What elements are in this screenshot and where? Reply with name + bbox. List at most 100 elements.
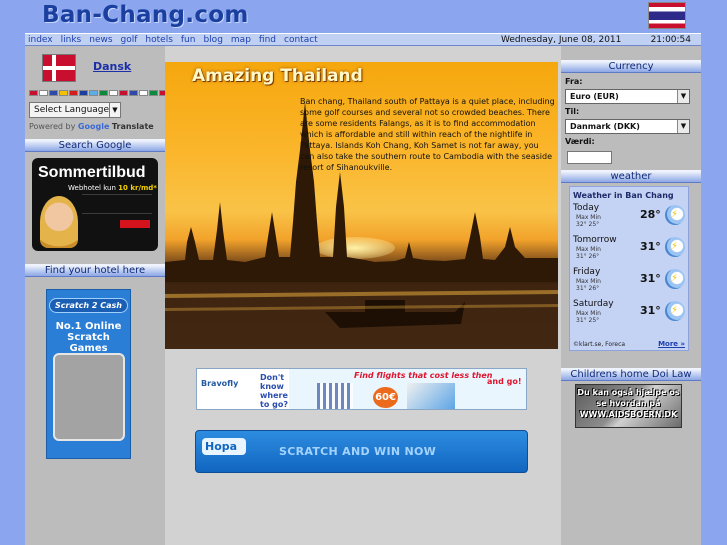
ad-subtitle: Webhotel kun 10 kr/md* — [68, 184, 157, 192]
weather-maxmin: Max Min 31° 26° — [576, 278, 601, 292]
google-translate-credit: Powered by Google Translate — [29, 122, 154, 131]
current-date: Wednesday, June 08, 2011 — [501, 35, 622, 45]
nav-golf[interactable]: golf — [121, 35, 138, 45]
flag-icon[interactable] — [129, 90, 138, 96]
weather-maxmin: Max Min 31° 26° — [576, 246, 601, 260]
ad-cta[interactable]: and go! — [487, 377, 521, 386]
weather-title: Weather in Ban Chang — [573, 191, 674, 200]
weather-heading: weather — [561, 170, 701, 183]
flag-icon[interactable] — [79, 90, 88, 96]
currency-heading: Currency — [561, 60, 701, 73]
nav-map[interactable]: map — [231, 35, 251, 45]
bravofly-logo: Bravofly — [201, 379, 239, 388]
flag-icon[interactable] — [99, 90, 108, 96]
bravofly-banner-ad[interactable]: Bravofly Don't know where to go? Find fl… — [196, 368, 527, 410]
powered-by-label: Powered by — [29, 122, 76, 131]
flag-icon[interactable] — [59, 90, 68, 96]
aidsboern-ad[interactable]: Du kan også hjælpe os se hvordan på WWW.… — [575, 384, 682, 428]
thunderstorm-icon — [665, 301, 685, 321]
top-nav: index links news golf hotels fun blog ma… — [25, 33, 701, 46]
nav-links[interactable]: links — [61, 35, 82, 45]
nav-find[interactable]: find — [259, 35, 276, 45]
weather-temp: 31° — [640, 304, 661, 317]
nav-blog[interactable]: blog — [203, 35, 222, 45]
childrens-home-heading: Childrens home Doi Law — [561, 368, 701, 381]
main-content: Amazing Thailand Ban chang, Thailand sou… — [165, 46, 561, 545]
danish-language-link[interactable]: Dansk — [93, 60, 131, 73]
current-time: 21:00:54 — [650, 35, 691, 45]
weather-day: Saturday — [573, 299, 614, 309]
thunderstorm-icon — [665, 205, 685, 225]
flag-icon[interactable] — [39, 90, 48, 96]
hero-description: Ban chang, Thailand south of Pattaya is … — [300, 97, 555, 172]
weather-temp: 31° — [640, 240, 661, 253]
sommertilbud-ad[interactable]: Sommertilbud Webhotel kun 10 kr/md* — [32, 158, 158, 251]
weather-row: Saturday Max Min 31° 25° 31° — [570, 296, 688, 328]
select-language-dropdown[interactable]: Select Language ▼ — [29, 102, 121, 118]
from-currency-select[interactable]: Euro (EUR) ▼ — [565, 89, 690, 104]
weather-day: Tomorrow — [573, 235, 617, 245]
chevron-down-icon: ▼ — [109, 103, 120, 117]
select-language-label: Select Language — [34, 105, 110, 115]
thailand-flag-icon — [648, 2, 686, 29]
ad-headline: Find flights that cost less then — [354, 371, 493, 380]
weather-row: Today Max Min 32° 25° 28° — [570, 200, 688, 232]
weather-widget: Weather in Ban Chang Today Max Min 32° 25… — [569, 186, 689, 351]
weather-day: Friday — [573, 267, 601, 277]
ad-cta-button[interactable] — [120, 220, 150, 228]
nav-news[interactable]: news — [89, 35, 112, 45]
weather-day: Today — [573, 203, 600, 213]
hopa-banner-ad[interactable]: Hopa SCRATCH AND WIN NOW — [195, 430, 528, 473]
nav-index[interactable]: index — [28, 35, 53, 45]
weather-temp: 28° — [640, 208, 661, 221]
flag-icon[interactable] — [49, 90, 58, 96]
nav-contact[interactable]: contact — [284, 35, 318, 45]
flag-icon[interactable] — [139, 90, 148, 96]
thunderstorm-icon — [665, 269, 685, 289]
to-label: Til: — [565, 107, 580, 116]
aidsboern-ad-text: Du kan også hjælpe os se hvordan på WWW.… — [577, 388, 680, 419]
flag-icon[interactable] — [149, 90, 158, 96]
weather-credit[interactable]: ©klart.se, Foreca — [573, 341, 625, 348]
weather-more-link[interactable]: More » — [658, 340, 685, 348]
google-logo[interactable]: Google — [78, 122, 109, 131]
chevron-down-icon: ▼ — [677, 120, 689, 133]
weather-temp: 31° — [640, 272, 661, 285]
weather-row: Friday Max Min 31° 26° 31° — [570, 264, 688, 296]
to-currency-select[interactable]: Danmark (DKK) ▼ — [565, 119, 690, 134]
flag-icon[interactable] — [69, 90, 78, 96]
flag-icon[interactable] — [29, 90, 38, 96]
right-sidebar: Currency Fra: Euro (EUR) ▼ Til: Danmark … — [561, 46, 701, 545]
ad-question: Don't know where to go? — [260, 373, 288, 409]
weather-maxmin: Max Min 32° 25° — [576, 214, 601, 228]
hero-image: Amazing Thailand Ban chang, Thailand sou… — [165, 62, 558, 349]
weather-maxmin: Max Min 31° 25° — [576, 310, 601, 324]
amount-label: Værdi: — [565, 137, 595, 146]
nav-hotels[interactable]: hotels — [145, 35, 172, 45]
flag-icon[interactable] — [119, 90, 128, 96]
nav-fun[interactable]: fun — [181, 35, 196, 45]
translate-link[interactable]: Translate — [112, 122, 154, 131]
scratch2cash-logo: Scratch 2 Cash — [49, 298, 128, 313]
site-logo[interactable]: Ban-Chang.com — [42, 2, 249, 28]
hero-title: Amazing Thailand — [192, 66, 363, 86]
hopa-logo: Hopa — [202, 438, 246, 455]
search-google-heading: Search Google — [25, 139, 165, 152]
scratch-card[interactable] — [53, 353, 125, 441]
denmark-flag-icon[interactable] — [42, 54, 76, 82]
weather-row: Tomorrow Max Min 31° 26° 31° — [570, 232, 688, 264]
ad-title: Sommertilbud — [38, 164, 146, 181]
chevron-down-icon: ▼ — [677, 90, 689, 103]
amount-input[interactable] — [567, 151, 612, 164]
ad-text: No.1 Online Scratch Games — [55, 321, 122, 354]
from-label: Fra: — [565, 77, 583, 86]
flag-icon[interactable] — [109, 90, 118, 96]
thunderstorm-icon — [665, 237, 685, 257]
flag-icon[interactable] — [89, 90, 98, 96]
left-sidebar: Dansk Select Language ▼ Powered by Googl… — [25, 46, 168, 545]
hopa-cta-text: SCRATCH AND WIN NOW — [279, 445, 437, 458]
scratch2cash-ad[interactable]: Scratch 2 Cash No.1 Online Scratch Games — [46, 289, 131, 459]
language-flags — [29, 90, 168, 96]
price-badge: 60€ — [373, 387, 398, 408]
ad-photo — [40, 196, 78, 248]
